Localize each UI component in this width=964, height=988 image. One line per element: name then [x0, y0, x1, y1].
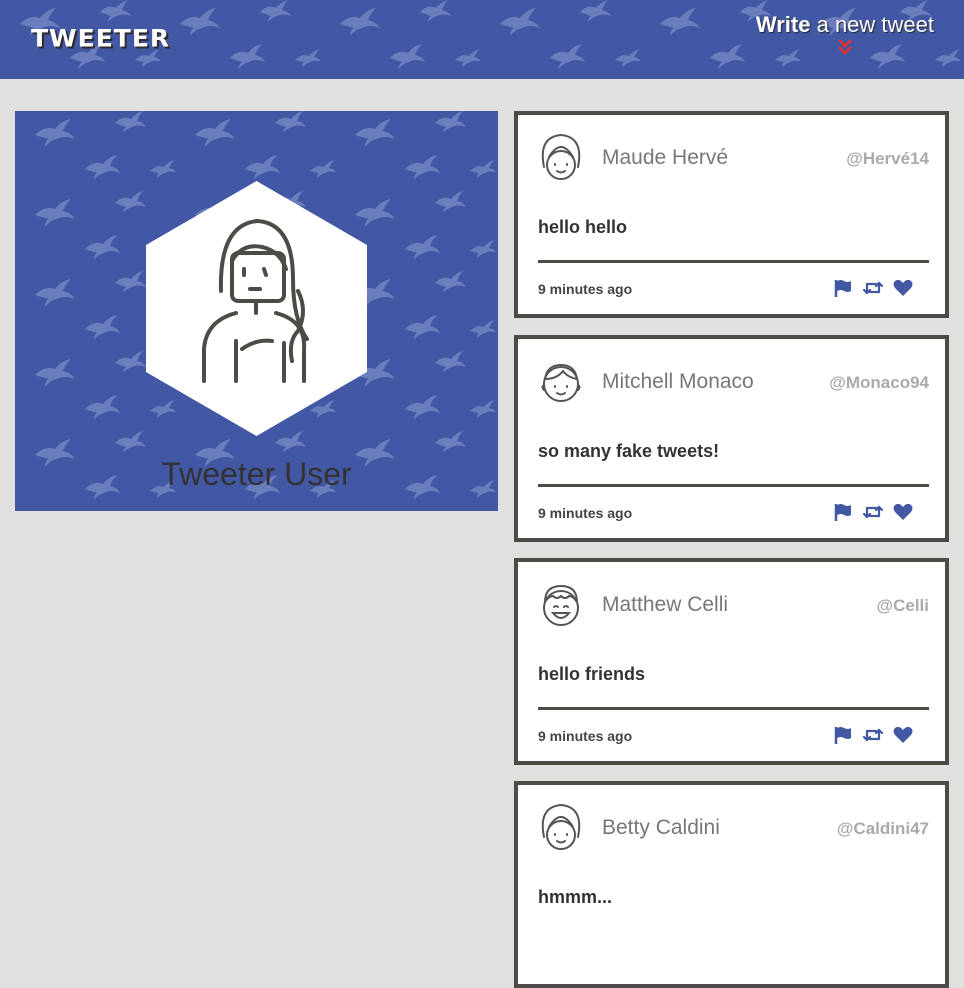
- tweet-actions: [833, 278, 913, 298]
- profile-avatar: [146, 181, 367, 436]
- tweet-timestamp: 9 minutes ago: [538, 505, 633, 521]
- compose-label-rest: a new tweet: [810, 12, 934, 37]
- tweet-actions: [833, 502, 913, 522]
- tweet-author-handle[interactable]: @Hervé14: [846, 149, 929, 169]
- tweet-card: Matthew Celli @Celli hello friends 9 min…: [514, 558, 949, 765]
- profile-card: Tweeter User: [15, 111, 498, 511]
- tweet-content: so many fake tweets!: [538, 441, 720, 461]
- tweet-author-name[interactable]: Maude Hervé: [602, 146, 728, 170]
- profile-name: Tweeter User: [161, 456, 352, 492]
- flag-icon[interactable]: [833, 502, 853, 522]
- tweet-divider: [538, 260, 929, 263]
- tweet-card: Mitchell Monaco @Monaco94 so many fake t…: [514, 335, 949, 542]
- tweet-author-handle[interactable]: @Monaco94: [829, 373, 929, 393]
- tweet-content: hello friends: [538, 664, 646, 684]
- write-tweet-toggle[interactable]: Write a new tweet: [756, 12, 934, 56]
- compose-label-bold: Write: [755, 12, 811, 37]
- tweet-actions: [833, 725, 913, 745]
- tweet-timestamp: 9 minutes ago: [538, 728, 633, 744]
- heart-icon[interactable]: [893, 725, 913, 745]
- tweet-author-name[interactable]: Matthew Celli: [602, 593, 728, 617]
- tweet-author-handle[interactable]: @Celli: [877, 596, 929, 616]
- heart-icon[interactable]: [893, 278, 913, 298]
- tweet-content: hello hello: [538, 217, 628, 237]
- tweet-content: hmmm...: [538, 887, 613, 907]
- retweet-icon[interactable]: [862, 725, 884, 745]
- tweet-author-name[interactable]: Mitchell Monaco: [602, 370, 754, 394]
- tweet-author-name[interactable]: Betty Caldini: [602, 816, 720, 840]
- heart-icon[interactable]: [893, 502, 913, 522]
- tweet-card: Maude Hervé @Hervé14 hello hello 9 minut…: [514, 111, 949, 318]
- laughing-boy-avatar-icon: [543, 584, 579, 626]
- tweet-author-handle[interactable]: @Caldini47: [837, 819, 929, 839]
- tweet-card: Betty Caldini @Caldini47 hmmm...: [514, 781, 949, 988]
- tweet-divider: [538, 484, 929, 487]
- double-chevron-down-icon[interactable]: [836, 38, 854, 56]
- app-logo[interactable]: TWEETER: [31, 25, 170, 53]
- girl-bob-avatar-icon: [541, 133, 581, 180]
- flag-icon[interactable]: [833, 278, 853, 298]
- retweet-icon[interactable]: [862, 278, 884, 298]
- tweet-divider: [538, 707, 929, 710]
- retweet-icon[interactable]: [862, 502, 884, 522]
- tweet-timestamp: 9 minutes ago: [538, 281, 633, 297]
- boy-avatar-icon: [541, 363, 581, 402]
- top-navbar: TWEETER Write a new tweet: [0, 0, 964, 79]
- girl-bob-avatar-icon: [541, 803, 581, 850]
- flag-icon[interactable]: [833, 725, 853, 745]
